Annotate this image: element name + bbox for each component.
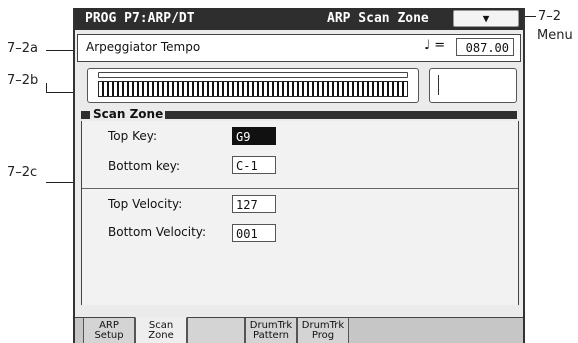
bottom-velocity-field[interactable]: 001 (232, 224, 276, 242)
velocity-display (429, 68, 517, 103)
tab-label-line2: Setup (94, 330, 124, 341)
quarter-note-icon: ♩ = (424, 38, 446, 53)
tab-drumtrk-pattern[interactable]: DrumTrk Pattern (245, 318, 297, 343)
page-title: PROG P7:ARP/DT (85, 11, 195, 26)
callout-7-2c: 7–2c (7, 165, 38, 180)
lcd-screen: PROG P7:ARP/DT ARP Scan Zone ▼ Arpeggiat… (73, 8, 525, 343)
callout-line-7-2a (46, 50, 74, 51)
callout-7-2b: 7–2b (7, 73, 39, 88)
keyboard-keys (98, 81, 408, 97)
page-menu-button[interactable]: ▼ (453, 10, 519, 27)
keyboard-display (87, 68, 419, 103)
bottom-key-field[interactable]: C-1 (232, 156, 276, 174)
top-key-label: Top Key: (108, 129, 157, 143)
tab-arp-setup[interactable]: ARP Setup (83, 318, 135, 343)
chevron-down-icon: ▼ (482, 12, 490, 25)
scan-zone-header: Scan Zone (81, 107, 517, 121)
callout-menu: Menu (537, 28, 573, 43)
bottom-velocity-label: Bottom Velocity: (108, 225, 207, 239)
page-subtitle: ARP Scan Zone (327, 11, 429, 26)
tab-empty[interactable] (187, 318, 245, 343)
tab-label-line2: Pattern (253, 330, 289, 341)
tab-scan-zone[interactable]: Scan Zone (135, 317, 187, 343)
tab-label-line2: Prog (311, 330, 335, 341)
callout-line-7-2b (46, 92, 74, 93)
callout-7-2: 7–2 (538, 9, 562, 24)
arpeggiator-tempo-field[interactable]: 087.00 (456, 38, 514, 56)
tab-drumtrk-prog[interactable]: DrumTrk Prog (297, 318, 349, 343)
arpeggiator-tempo-row: Arpeggiator Tempo ♩ = 087.00 (77, 34, 521, 62)
velocity-range-bar (438, 75, 439, 95)
page-tabs: ARP Setup Scan Zone DrumTrk Pattern Drum… (75, 317, 523, 343)
bottom-key-label: Bottom key: (108, 159, 181, 173)
arpeggiator-tempo-label: Arpeggiator Tempo (86, 40, 201, 54)
top-velocity-field[interactable]: 127 (232, 195, 276, 213)
scan-range-bar (98, 72, 408, 78)
title-bar: PROG P7:ARP/DT ARP Scan Zone ▼ (75, 8, 523, 30)
scan-zone-panel: Top Key: G9 Bottom key: C-1 Top Velocity… (81, 121, 519, 305)
scan-zone-title: Scan Zone (93, 107, 164, 121)
callout-line-7-2c (46, 182, 74, 183)
divider (82, 188, 518, 189)
top-velocity-label: Top Velocity: (108, 197, 183, 211)
callout-7-2a: 7–2a (7, 41, 39, 56)
tab-label-line2: Zone (148, 330, 174, 341)
top-key-field[interactable]: G9 (232, 127, 276, 145)
